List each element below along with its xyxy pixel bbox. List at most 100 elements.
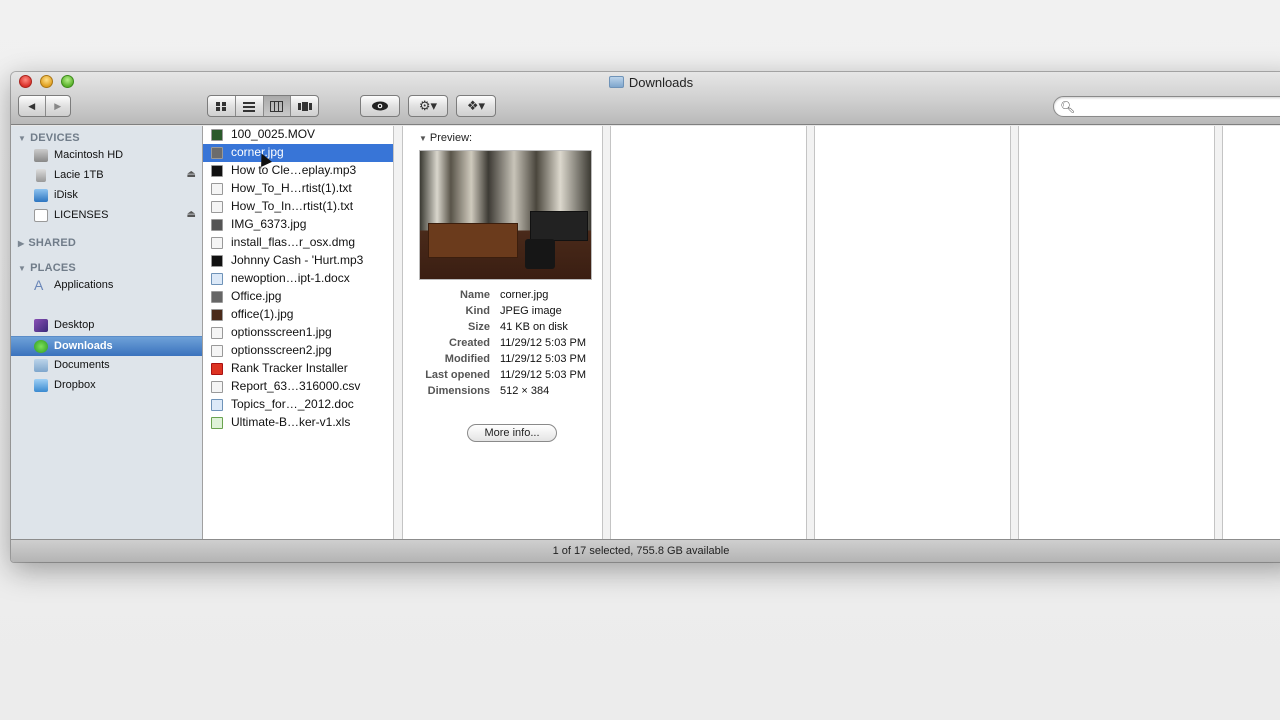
movie-file-icon: [211, 129, 223, 141]
forward-button[interactable]: ▶: [44, 96, 71, 116]
folder-icon: [608, 76, 624, 88]
image-file-icon: [211, 219, 223, 231]
eject-icon[interactable]: ⏏: [187, 169, 196, 180]
list-item[interactable]: office(1).jpg: [203, 306, 393, 324]
sidebar-item-documents[interactable]: Documents: [11, 356, 202, 376]
sidebar-item-applications[interactable]: A Applications: [11, 276, 202, 296]
text-file-icon: [211, 183, 223, 195]
list-item[interactable]: optionsscreen1.jpg: [203, 324, 393, 342]
column-divider: [1011, 126, 1019, 539]
list-item[interactable]: corner.jpg: [203, 144, 393, 162]
back-button[interactable]: ◀: [19, 96, 45, 116]
csv-file-icon: [211, 381, 223, 393]
list-item[interactable]: How_To_In…rtist(1).txt: [203, 198, 393, 216]
finder-window: Downloads ◀ ▶ ⚙▾ ❖▾ 🔍︎ ▼ DEVICES Macinto…: [11, 72, 1280, 562]
column-divider: [1215, 126, 1223, 539]
list-item[interactable]: 100_0025.MOV: [203, 126, 393, 144]
file-list-column[interactable]: 100_0025.MOV corner.jpg How to Cle…eplay…: [203, 126, 400, 539]
info-row: Modified 11/29/12 5:03 PM: [444, 353, 587, 365]
disclosure-triangle-icon: ▼: [18, 264, 27, 273]
coverflow-view-button[interactable]: [290, 96, 318, 116]
image-file-icon: [211, 327, 223, 339]
shared-header[interactable]: ▶ SHARED: [18, 237, 76, 249]
sidebar-item-lacie[interactable]: Lacie 1TB ⏏: [11, 166, 202, 186]
empty-column: [1019, 126, 1215, 539]
window-title-label: Downloads: [628, 75, 694, 90]
text-file-icon: [211, 201, 223, 213]
coverflow-view-icon: [297, 101, 312, 111]
icon-view-button[interactable]: [208, 96, 235, 116]
more-info-button[interactable]: More info...: [467, 424, 557, 442]
sidebar-item-macintosh-hd[interactable]: Macintosh HD: [11, 146, 202, 166]
list-item[interactable]: How_To_H…rtist(1).txt: [203, 180, 393, 198]
gear-icon: ⚙▾: [418, 98, 438, 113]
disk-image-file-icon: [211, 237, 223, 249]
empty-column: [611, 126, 807, 539]
list-item[interactable]: Johnny Cash - 'Hurt.mp3: [203, 252, 393, 270]
list-item[interactable]: How to Cle…eplay.mp3: [203, 162, 393, 180]
info-row: Size 41 KB on disk: [467, 321, 568, 333]
list-item[interactable]: IMG_6373.jpg: [203, 216, 393, 234]
image-file-icon: [211, 345, 223, 357]
list-item[interactable]: optionsscreen2.jpg: [203, 342, 393, 360]
info-row: Dimensions 512 × 384: [427, 385, 550, 397]
sidebar-item-desktop[interactable]: Desktop: [11, 316, 202, 336]
word-document-icon: [211, 399, 223, 411]
quick-look-button[interactable]: [360, 95, 400, 117]
preview-column: ▼ Preview: Name corner.jpg Kind JPEG image …: [403, 126, 609, 539]
column-divider: [807, 126, 815, 539]
empty-column: [1223, 126, 1280, 539]
sidebar-item-licenses[interactable]: LICENSES ⏏: [11, 206, 202, 226]
action-button[interactable]: ⚙▾: [408, 95, 448, 117]
info-row: Kind JPEG image: [465, 305, 562, 317]
thumbnail-table: [530, 211, 588, 241]
search-field[interactable]: 🔍︎: [1053, 96, 1280, 117]
sidebar-item-idisk[interactable]: iDisk: [11, 186, 202, 206]
search-input[interactable]: [1076, 99, 1280, 114]
back-arrow-icon: ◀: [28, 100, 36, 111]
hard-drive-icon: [34, 149, 48, 162]
list-item[interactable]: Report_63…316000.csv: [203, 378, 393, 396]
window-title: Downloads: [11, 75, 1280, 90]
list-item[interactable]: Ultimate-B…ker-v1.xls: [203, 414, 393, 432]
external-drive-icon: [36, 169, 46, 182]
audio-file-icon: [211, 255, 223, 267]
dropbox-icon: ❖▾: [466, 98, 486, 113]
list-item[interactable]: newoption…ipt-1.docx: [203, 270, 393, 288]
status-bar: 1 of 17 selected, 755.8 GB available: [11, 539, 1280, 562]
dropbox-icon: [34, 379, 48, 392]
eject-icon[interactable]: ⏏: [187, 209, 196, 220]
column-view-icon: [270, 100, 284, 112]
list-item[interactable]: Topics_for…_2012.doc: [203, 396, 393, 414]
info-row: Name corner.jpg: [460, 289, 549, 301]
preview-header[interactable]: ▼ Preview:: [419, 132, 472, 144]
disclosure-triangle-icon: ▼: [18, 134, 27, 143]
downloads-icon: [34, 340, 48, 353]
thumbnail-desk: [428, 223, 518, 258]
documents-icon: [34, 359, 48, 372]
column-divider: [603, 126, 611, 539]
places-header[interactable]: ▼ PLACES: [18, 262, 76, 274]
disclosure-triangle-icon: ▶: [18, 239, 25, 248]
idisk-icon: [34, 189, 48, 202]
forward-arrow-icon: ▶: [54, 100, 62, 111]
sidebar-item-dropbox[interactable]: Dropbox: [11, 376, 202, 396]
column-view-button[interactable]: [262, 96, 291, 116]
sidebar: ▼ DEVICES Macintosh HD Lacie 1TB ⏏ iDisk …: [11, 126, 203, 539]
sidebar-item-downloads[interactable]: Downloads: [11, 336, 202, 356]
devices-header[interactable]: ▼ DEVICES: [18, 132, 80, 144]
toolbar: Downloads ◀ ▶ ⚙▾ ❖▾ 🔍︎: [11, 72, 1280, 125]
word-document-icon: [211, 273, 223, 285]
thumbnail-chair: [525, 239, 555, 269]
disk-image-icon: [34, 209, 48, 222]
image-file-icon: [211, 147, 223, 159]
list-view-button[interactable]: [234, 96, 263, 116]
list-item[interactable]: Office.jpg: [203, 288, 393, 306]
excel-document-icon: [211, 417, 223, 429]
list-item[interactable]: install_flas…r_osx.dmg: [203, 234, 393, 252]
dropbox-button[interactable]: ❖▾: [456, 95, 496, 117]
disclosure-triangle-icon: ▼: [419, 134, 427, 143]
view-mode-group: [207, 95, 319, 117]
list-item[interactable]: Rank Tracker Installer: [203, 360, 393, 378]
status-text: 1 of 17 selected, 755.8 GB available: [552, 545, 730, 557]
